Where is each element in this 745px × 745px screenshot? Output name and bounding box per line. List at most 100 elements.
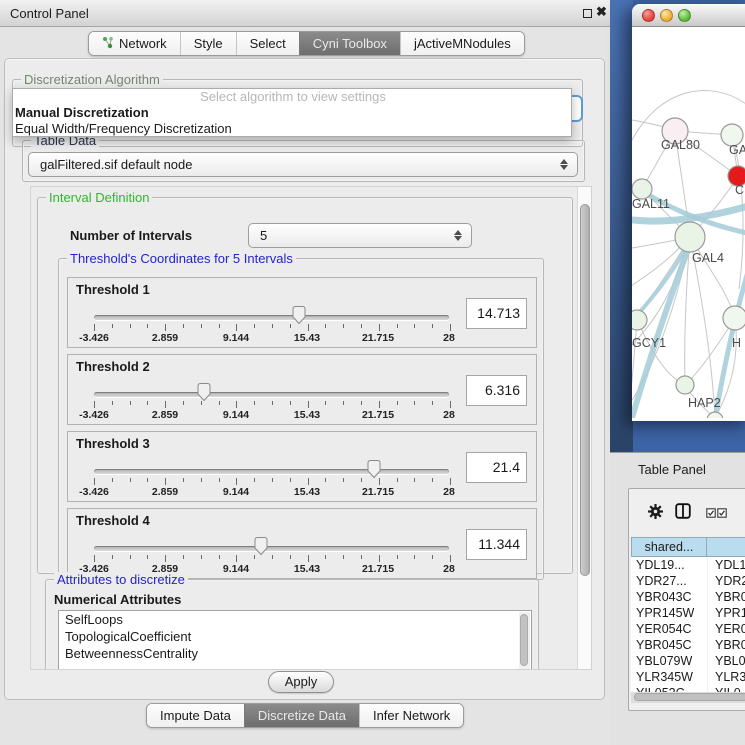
node-label: GCY1 <box>632 336 666 350</box>
tab-label: Impute Data <box>160 708 231 723</box>
tab-label: Select <box>250 36 286 51</box>
node-label: GAL80 <box>661 138 700 152</box>
slider-scale-label: 28 <box>425 332 473 344</box>
table-row[interactable]: YBR045CYBR0 <box>631 637 745 653</box>
network-node-h[interactable] <box>723 306 745 330</box>
apply-button[interactable]: Apply <box>268 671 334 693</box>
threshold-2-box: Threshold 2-3.4262.8599.14415.4321.71528… <box>67 354 537 425</box>
column-header[interactable]: na <box>707 537 745 557</box>
float-window-icon[interactable] <box>583 9 592 18</box>
slider-scale-label: 21.715 <box>354 332 402 344</box>
slider-scale-label: 15.43 <box>283 409 331 421</box>
slider-scale-label: 21.715 <box>354 409 402 421</box>
attribute-list-item[interactable]: TopologicalCoefficient <box>59 628 531 645</box>
tab-cyni-toolbox[interactable]: Cyni Toolbox <box>299 32 400 55</box>
threshold-value-field[interactable]: 14.713 <box>466 298 527 329</box>
slider-thumb[interactable] <box>253 536 269 556</box>
window-title: Control Panel <box>10 6 89 21</box>
attribute-list-item[interactable]: SelfLoops <box>59 611 531 628</box>
threshold-1-box: Threshold 1-3.4262.8599.14415.4321.71528… <box>67 277 537 348</box>
attribute-list-item[interactable]: BetweennessCentrality <box>59 645 531 662</box>
bottom-tab-strip: Impute Data Discretize Data Infer Network <box>146 703 464 728</box>
tab-jactivemnodules[interactable]: jActiveMNodules <box>400 32 524 55</box>
column-header[interactable]: shared... <box>631 537 707 557</box>
settings-scroll-area: Interval Definition Number of Intervals … <box>30 186 592 670</box>
network-node-gal11[interactable] <box>632 179 652 199</box>
table-data-combobox[interactable]: galFiltered.sif default node <box>28 152 578 177</box>
dropdown-option[interactable]: Manual Discretization <box>13 105 571 121</box>
network-window-titlebar[interactable] <box>632 4 745 27</box>
threshold-label: Threshold 2 <box>76 359 150 374</box>
checkbox-icon[interactable] <box>717 506 727 521</box>
slider-scale-label: 15.43 <box>283 332 331 344</box>
tab-discretize-data[interactable]: Discretize Data <box>244 704 359 727</box>
minimize-traffic-light-icon[interactable] <box>660 9 673 22</box>
tab-impute-data[interactable]: Impute Data <box>147 704 244 727</box>
table-row[interactable]: YER054CYER0 <box>631 621 745 637</box>
slider-scale-label: 15.43 <box>283 486 331 498</box>
slider-track[interactable] <box>94 546 449 551</box>
cell-shared-name: YPR145W <box>631 605 707 621</box>
tab-select[interactable]: Select <box>236 32 299 55</box>
table-panel: Table Panel shared...na YDL19...YDL1YDR2… <box>610 452 745 745</box>
slider-thumb[interactable] <box>366 459 382 479</box>
slider-scale-label: -3.426 <box>70 332 118 344</box>
table-row[interactable]: YDR27...YDR2 <box>631 573 745 589</box>
dropdown-option[interactable]: Equal Width/Frequency Discretization <box>13 121 571 137</box>
network-node-hap2[interactable] <box>676 376 694 394</box>
slider-thumb[interactable] <box>291 305 307 325</box>
slider-scale-label: 21.715 <box>354 486 402 498</box>
number-of-intervals-combobox[interactable]: 5 <box>248 223 472 248</box>
top-tab-strip: Network Style Select Cyni ToolboxjActiveMNo… <box>88 31 525 56</box>
tab-network[interactable]: Network <box>89 32 180 55</box>
tab-label: Style <box>194 36 223 51</box>
close-traffic-light-icon[interactable] <box>642 9 655 22</box>
node-label: H <box>732 336 741 350</box>
threshold-label: Threshold 4 <box>76 513 150 528</box>
slider-scale-label: 28 <box>425 409 473 421</box>
tab-label: Infer Network <box>373 708 450 723</box>
slider-scale-label: 28 <box>425 486 473 498</box>
attributes-list-scrollbar[interactable] <box>519 612 530 670</box>
threshold-value-field[interactable]: 21.4 <box>466 452 527 483</box>
thresholds-coordinates-group: Threshold's Coordinates for 5 Intervals … <box>58 258 544 580</box>
network-canvas[interactable]: GAL80GACGAL11GAL4GCY1HHAP2 <box>632 27 745 418</box>
tab-label: Network <box>119 36 167 51</box>
table-horizontal-scrollbar[interactable] <box>631 692 745 703</box>
checkbox-icon[interactable] <box>706 506 716 521</box>
tab-infer-network[interactable]: Infer Network <box>359 704 463 727</box>
threshold-value-field[interactable]: 6.316 <box>466 375 527 406</box>
slider-track[interactable] <box>94 315 449 320</box>
slider-track[interactable] <box>94 469 449 474</box>
zoom-traffic-light-icon[interactable] <box>678 9 691 22</box>
spinner-arrows-icon <box>454 229 462 242</box>
table-row[interactable]: YPR145WYPR1 <box>631 605 745 621</box>
slider-thumb[interactable] <box>196 382 212 402</box>
table-toolbar <box>629 489 745 533</box>
dropdown-placeholder: Select algorithm to view settings <box>13 89 571 105</box>
table-row[interactable]: YBR043CYBR0 <box>631 589 745 605</box>
table-row[interactable]: YIL052CYIL0 <box>631 685 745 692</box>
desktop-shadow <box>610 0 633 452</box>
gear-icon[interactable] <box>647 503 664 523</box>
group-title: Attributes to discretize <box>54 572 188 587</box>
slider-track[interactable] <box>94 392 449 397</box>
network-node-gal4[interactable] <box>675 222 705 252</box>
threshold-value-field[interactable]: 11.344 <box>466 529 527 560</box>
tab-style[interactable]: Style <box>180 32 236 55</box>
spinner-arrows-icon <box>560 158 568 171</box>
table-row[interactable]: YDL19...YDL1 <box>631 557 745 573</box>
close-icon[interactable]: ✖ <box>596 4 607 20</box>
control-panel-titlebar: Control Panel ✖ <box>0 0 610 27</box>
settings-vertical-scrollbar[interactable] <box>577 187 592 670</box>
columns-icon[interactable] <box>675 503 691 522</box>
slider-scale-label: 15.43 <box>283 563 331 575</box>
cell-shared-name: YBL079W <box>631 653 707 669</box>
slider-ticks <box>94 401 450 409</box>
cell-name: YLR3 <box>707 669 745 685</box>
network-node-gcy1[interactable] <box>632 310 647 330</box>
algorithm-dropdown-popup: Select algorithm to view settings Manual… <box>12 88 572 137</box>
cell-name: YBR0 <box>707 637 745 653</box>
table-row[interactable]: YBL079WYBL0 <box>631 653 745 669</box>
table-row[interactable]: YLR345WYLR3 <box>631 669 745 685</box>
